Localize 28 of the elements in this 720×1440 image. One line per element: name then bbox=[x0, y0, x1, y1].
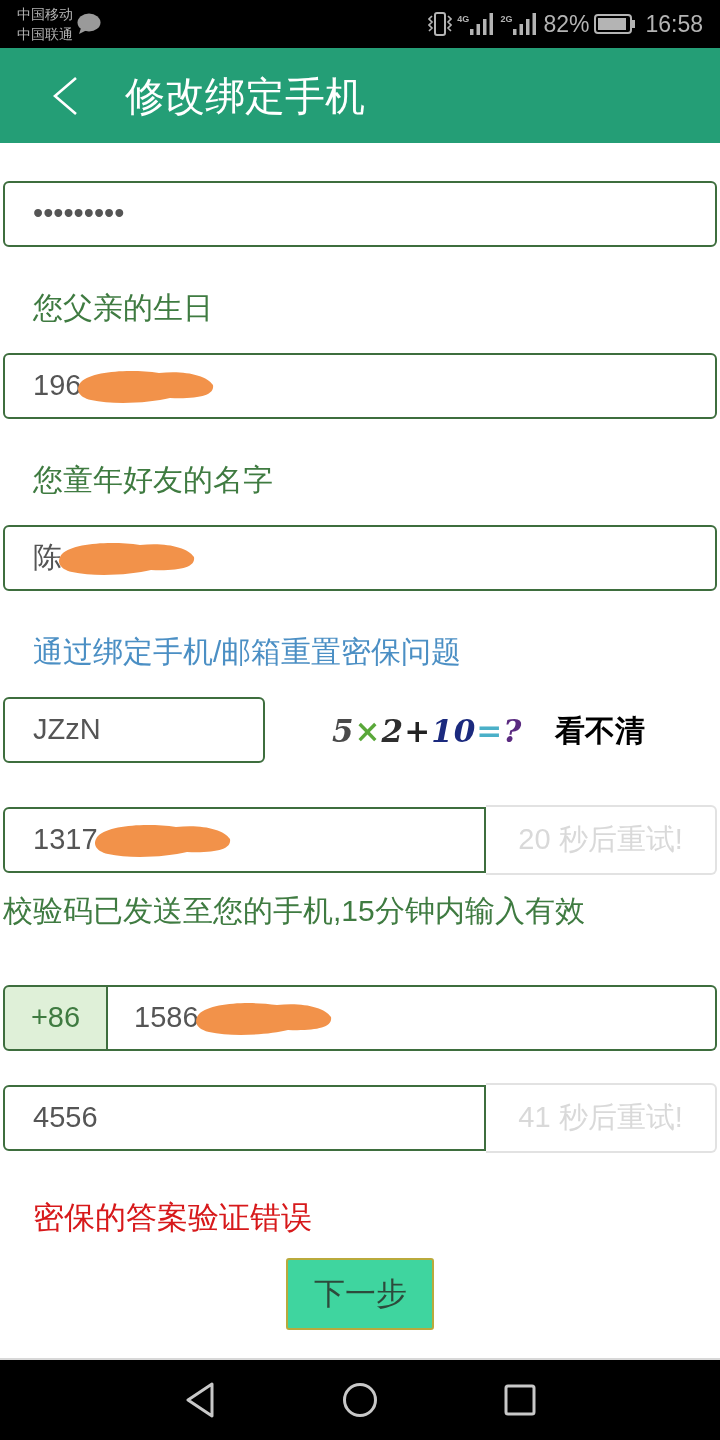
input-field[interactable]: 196 bbox=[3, 353, 717, 419]
page-title: 修改绑定手机 bbox=[125, 72, 365, 120]
carrier-name: 中国移动 bbox=[17, 5, 73, 24]
home-icon[interactable] bbox=[342, 1382, 378, 1418]
question-label: 您父亲的生日 bbox=[32, 290, 214, 326]
input-field[interactable]: ••••••••• bbox=[3, 181, 717, 247]
battery-icon bbox=[594, 14, 637, 34]
clock-time: 16:58 bbox=[645, 11, 703, 37]
network-type-label: 2G bbox=[500, 14, 513, 24]
network-type-label: 4G bbox=[457, 14, 470, 24]
captcha-image[interactable]: 5×2+10=? bbox=[330, 706, 522, 754]
battery-percentage: 82% bbox=[543, 11, 590, 37]
country-code-prefix: +86 bbox=[3, 985, 108, 1051]
hint-text: 校验码已发送至您的手机,15分钟内输入有效 bbox=[2, 893, 586, 929]
signal-icon bbox=[512, 12, 539, 36]
phone-number-field[interactable]: 1586 bbox=[108, 985, 717, 1051]
error-message: 密保的答案验证错误 bbox=[32, 1199, 313, 1237]
question-label: 您童年好友的名字 bbox=[32, 462, 274, 498]
message-icon bbox=[77, 13, 101, 35]
input-field[interactable]: 陈 bbox=[3, 525, 717, 591]
refresh-captcha-link[interactable]: 看不清 bbox=[555, 707, 645, 753]
captcha-input-field[interactable]: JZzN bbox=[3, 697, 265, 763]
signal-icon bbox=[469, 12, 496, 36]
back-icon[interactable] bbox=[185, 1382, 215, 1418]
recent-apps-icon[interactable] bbox=[502, 1382, 538, 1418]
vibrate-icon bbox=[428, 11, 453, 37]
carrier-name: 中国联通 bbox=[17, 25, 73, 44]
next-step-button[interactable]: 下一步 bbox=[286, 1258, 434, 1330]
